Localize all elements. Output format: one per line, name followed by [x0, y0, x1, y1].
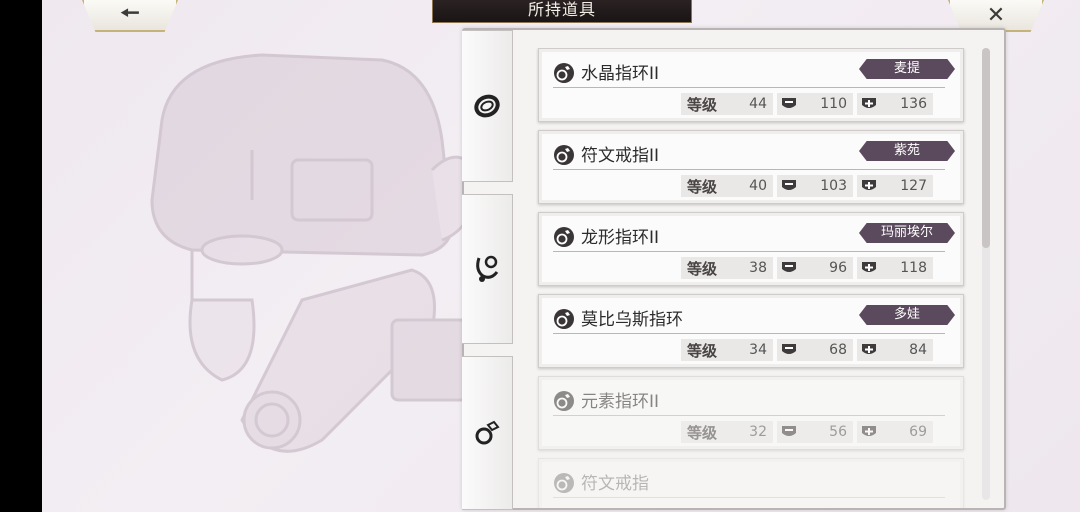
close-icon: ✕	[986, 2, 1006, 28]
defense-stat: 103	[777, 175, 853, 197]
tab-bracelet[interactable]	[462, 30, 513, 182]
item-card[interactable]: 符文戒指 等级	[538, 458, 964, 508]
defense-icon	[782, 344, 796, 354]
resistance-value: 127	[900, 178, 927, 194]
item-stats: 等级 38 96 118	[681, 257, 933, 279]
level-label: 等级	[687, 95, 718, 114]
divider	[553, 251, 945, 252]
defense-icon	[782, 98, 796, 108]
item-name: 龙形指环II	[581, 228, 660, 248]
defense-stat: 68	[777, 339, 853, 361]
resistance-stat: 136	[857, 93, 933, 115]
resistance-icon	[862, 180, 876, 190]
item-panel: 水晶指环II 麦提 等级 44 110 136 符文戒指II 紫苑 等级 40 …	[462, 28, 1006, 510]
resistance-stat: 69	[857, 421, 933, 443]
divider	[553, 169, 945, 170]
resistance-icon	[862, 426, 876, 436]
resistance-icon	[862, 344, 876, 354]
defense-icon	[782, 180, 796, 190]
scroll-thumb[interactable]	[982, 48, 990, 248]
level-label: 等级	[687, 177, 718, 196]
item-stats: 等级 32 56 69	[681, 421, 933, 443]
divider	[553, 87, 945, 88]
owner-badge: 麦提	[859, 59, 955, 79]
ring-icon	[475, 420, 500, 445]
level-stat: 等级 34	[681, 339, 773, 361]
tab-ring[interactable]	[462, 356, 513, 510]
item-stats: 等级 40 103 127	[681, 175, 933, 197]
level-value: 34	[749, 342, 767, 358]
defense-icon	[782, 262, 796, 272]
bracelet-icon	[474, 94, 500, 118]
defense-stat: 56	[777, 421, 853, 443]
ring-icon	[554, 63, 574, 83]
ring-icon	[554, 227, 574, 247]
resistance-stat: 84	[857, 339, 933, 361]
level-value: 40	[749, 178, 767, 194]
owner-badge: 多娃	[859, 305, 955, 325]
defense-icon	[782, 426, 796, 436]
inventory-screen: 🠔 所持道具 ✕ 水晶指环II 麦提 等级 44 110 136 符文戒指II …	[42, 0, 1080, 512]
item-card[interactable]: 元素指环II 等级 32 56 69	[538, 376, 964, 450]
defense-value: 56	[829, 424, 847, 440]
item-card[interactable]: 莫比乌斯指环 多娃 等级 34 68 84	[538, 294, 964, 368]
item-card[interactable]: 水晶指环II 麦提 等级 44 110 136	[538, 48, 964, 122]
level-value: 44	[749, 96, 767, 112]
page-title: 所持道具	[432, 0, 692, 23]
defense-value: 68	[829, 342, 847, 358]
divider	[553, 333, 945, 334]
category-tabs	[462, 30, 514, 510]
resistance-value: 84	[909, 342, 927, 358]
level-value: 38	[749, 260, 767, 276]
item-stats: 等级 34 68 84	[681, 339, 933, 361]
item-name: 莫比乌斯指环	[581, 310, 683, 330]
item-name: 符文戒指	[581, 474, 649, 494]
owner-badge: 玛丽埃尔	[859, 223, 955, 243]
level-label: 等级	[687, 341, 718, 360]
necklace-icon	[476, 255, 499, 282]
item-stats: 等级 44 110 136	[681, 93, 933, 115]
divider	[553, 415, 945, 416]
level-label: 等级	[687, 423, 718, 442]
left-arrow-icon: 🠔	[120, 1, 140, 26]
tab-necklace[interactable]	[462, 194, 513, 344]
level-value: 32	[749, 424, 767, 440]
back-button[interactable]: 🠔	[82, 0, 178, 32]
resistance-icon	[862, 98, 876, 108]
divider	[553, 497, 945, 498]
item-card[interactable]: 龙形指环II 玛丽埃尔 等级 38 96 118	[538, 212, 964, 286]
defense-stat: 110	[777, 93, 853, 115]
level-stat: 等级 44	[681, 93, 773, 115]
resistance-value: 136	[900, 96, 927, 112]
resistance-icon	[862, 262, 876, 272]
defense-stat: 96	[777, 257, 853, 279]
ring-icon	[554, 391, 574, 411]
ring-icon	[554, 473, 574, 493]
item-name: 元素指环II	[581, 392, 660, 412]
ring-icon	[554, 309, 574, 329]
defense-value: 103	[820, 178, 847, 194]
resistance-value: 69	[909, 424, 927, 440]
defense-value: 96	[829, 260, 847, 276]
level-stat: 等级 38	[681, 257, 773, 279]
owner-badge: 紫苑	[859, 141, 955, 161]
scrollbar[interactable]	[982, 48, 990, 500]
item-name: 符文戒指II	[581, 146, 660, 166]
resistance-stat: 118	[857, 257, 933, 279]
level-label: 等级	[687, 259, 718, 278]
level-stat: 等级 32	[681, 421, 773, 443]
ring-icon	[554, 145, 574, 165]
item-card[interactable]: 符文戒指II 紫苑 等级 40 103 127	[538, 130, 964, 204]
level-stat: 等级 40	[681, 175, 773, 197]
resistance-value: 118	[900, 260, 927, 276]
resistance-stat: 127	[857, 175, 933, 197]
item-name: 水晶指环II	[581, 64, 660, 84]
defense-value: 110	[820, 96, 847, 112]
item-list: 水晶指环II 麦提 等级 44 110 136 符文戒指II 紫苑 等级 40 …	[536, 48, 968, 508]
